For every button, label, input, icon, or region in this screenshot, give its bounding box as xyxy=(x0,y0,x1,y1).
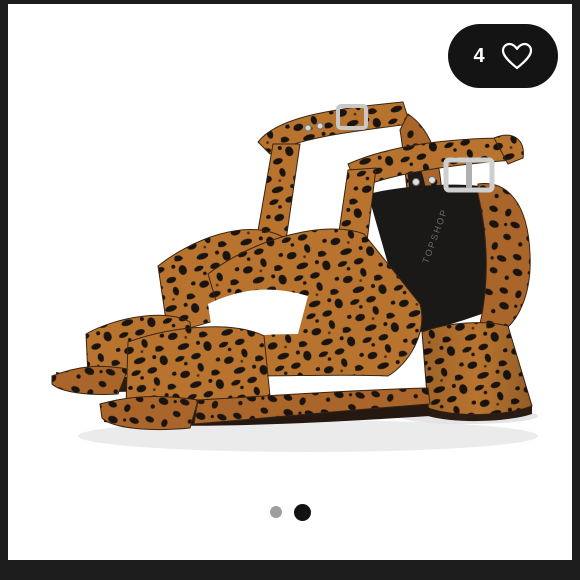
listing-photo-viewer: TOPSHOP 4 xyxy=(0,0,580,580)
photo-card: TOPSHOP 4 xyxy=(8,4,572,560)
carousel-dot-2-active[interactable] xyxy=(293,503,311,521)
bottom-border xyxy=(0,560,580,580)
like-count: 4 xyxy=(473,44,485,67)
heart-outline-icon xyxy=(501,42,532,70)
carousel-pagination xyxy=(8,503,572,521)
carousel-dot-1[interactable] xyxy=(269,506,282,518)
like-button[interactable]: 4 xyxy=(448,24,558,88)
